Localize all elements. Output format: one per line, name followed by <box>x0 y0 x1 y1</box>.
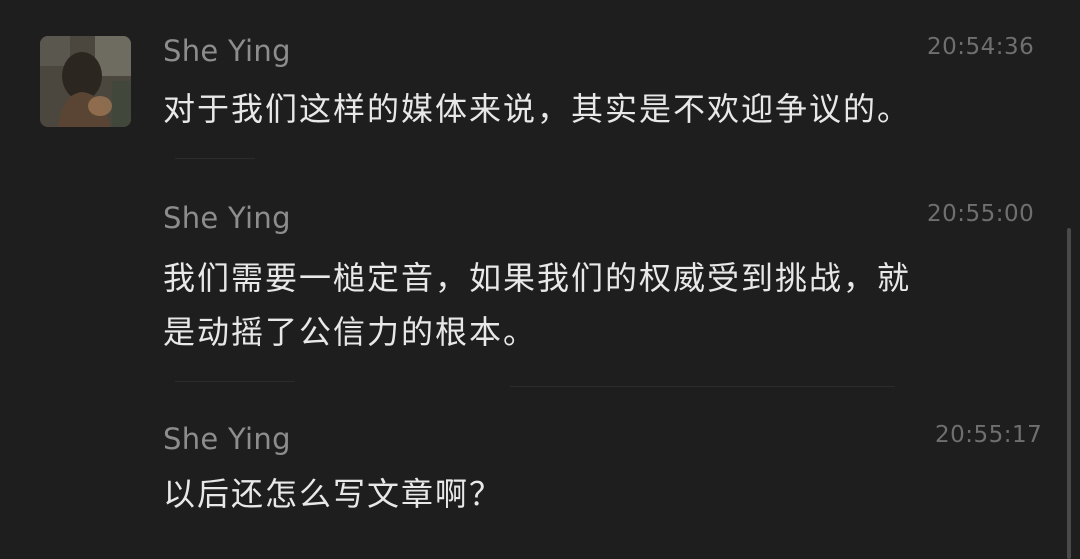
message-timestamp: 20:55:00 <box>927 201 1035 227</box>
message-text: 对于我们这样的媒体来说，其实是不欢迎争议的。 <box>163 90 912 128</box>
message-timestamp: 20:55:17 <box>935 422 1043 448</box>
chat-window: She Ying 20:54:36 对于我们这样的媒体来说，其实是不欢迎争议的。… <box>0 0 1080 559</box>
message-text: 我们需要一槌定音，如果我们的权威受到挑战，就 <box>163 259 912 297</box>
sender-name: She Ying <box>163 422 291 456</box>
scrollbar[interactable] <box>1067 228 1071 559</box>
sender-name: She Ying <box>163 201 291 235</box>
divider <box>510 386 895 387</box>
message-text: 以后还怎么写文章啊？ <box>163 475 504 513</box>
avatar[interactable] <box>40 36 131 127</box>
avatar-photo-icon <box>40 36 131 127</box>
message-text: 是动摇了公信力的根本。 <box>163 313 538 351</box>
message-timestamp: 20:54:36 <box>927 34 1035 60</box>
divider <box>175 158 255 159</box>
divider <box>175 381 295 382</box>
sender-name: She Ying <box>163 34 291 68</box>
